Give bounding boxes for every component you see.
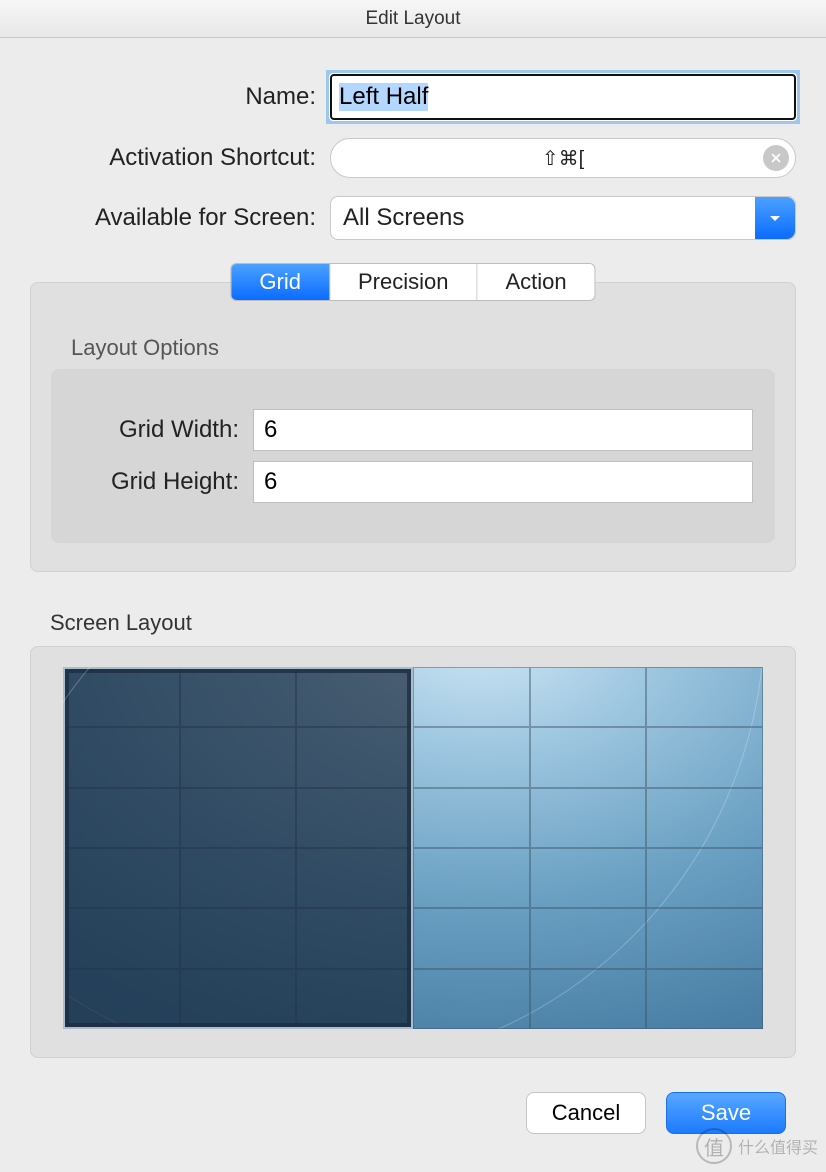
name-input[interactable] bbox=[330, 74, 796, 120]
watermark-text: 什么值得买 bbox=[738, 1134, 818, 1158]
grid-cell[interactable] bbox=[646, 788, 763, 848]
screen-layout-heading: Screen Layout bbox=[50, 610, 796, 636]
dialog-content: Name: Activation Shortcut: ⇧⌘[ Available… bbox=[0, 38, 826, 1066]
window-title: Edit Layout bbox=[0, 0, 826, 38]
name-label: Name: bbox=[30, 83, 330, 111]
selection-region[interactable] bbox=[63, 667, 413, 1029]
screen-layout-panel bbox=[30, 646, 796, 1058]
grid-overlay bbox=[63, 667, 763, 1029]
grid-cell[interactable] bbox=[530, 908, 647, 968]
shortcut-row: Activation Shortcut: ⇧⌘[ bbox=[30, 138, 796, 178]
grid-cell[interactable] bbox=[180, 848, 297, 908]
grid-cell[interactable] bbox=[180, 969, 297, 1029]
chevron-down-icon bbox=[755, 197, 795, 239]
grid-cell[interactable] bbox=[530, 848, 647, 908]
grid-cell[interactable] bbox=[646, 727, 763, 787]
grid-width-row: Grid Width: bbox=[73, 409, 753, 451]
grid-cell[interactable] bbox=[296, 848, 413, 908]
grid-cell[interactable] bbox=[180, 727, 297, 787]
layout-options-heading: Layout Options bbox=[71, 335, 775, 361]
grid-cell[interactable] bbox=[180, 788, 297, 848]
tab-precision[interactable]: Precision bbox=[330, 264, 477, 300]
screen-label: Available for Screen: bbox=[30, 204, 330, 232]
tab-action[interactable]: Action bbox=[477, 264, 594, 300]
grid-cell[interactable] bbox=[413, 727, 530, 787]
layout-options-group: Grid Width: Grid Height: bbox=[51, 369, 775, 543]
grid-cell[interactable] bbox=[646, 848, 763, 908]
grid-cell[interactable] bbox=[63, 908, 180, 968]
shortcut-field[interactable]: ⇧⌘[ bbox=[330, 138, 796, 178]
watermark: 值 什么值得买 bbox=[696, 1128, 818, 1164]
grid-cell[interactable] bbox=[63, 788, 180, 848]
cancel-button[interactable]: Cancel bbox=[526, 1092, 646, 1134]
name-row: Name: bbox=[30, 74, 796, 120]
screen-row: Available for Screen: All Screens bbox=[30, 196, 796, 240]
grid-height-row: Grid Height: bbox=[73, 461, 753, 503]
grid-width-input[interactable] bbox=[253, 409, 753, 451]
grid-cell[interactable] bbox=[413, 667, 530, 727]
grid-cell[interactable] bbox=[530, 969, 647, 1029]
screen-select[interactable]: All Screens bbox=[330, 196, 796, 240]
clear-shortcut-icon[interactable] bbox=[763, 145, 789, 171]
grid-cell[interactable] bbox=[530, 788, 647, 848]
tab-grid[interactable]: Grid bbox=[231, 264, 330, 300]
grid-cell[interactable] bbox=[646, 667, 763, 727]
shortcut-value: ⇧⌘[ bbox=[542, 146, 584, 171]
grid-cell[interactable] bbox=[63, 667, 180, 727]
grid-cell[interactable] bbox=[530, 667, 647, 727]
grid-cell[interactable] bbox=[646, 969, 763, 1029]
watermark-badge-icon: 值 bbox=[696, 1128, 732, 1164]
tab-panel: Grid Precision Action Layout Options Gri… bbox=[30, 282, 796, 572]
grid-cell[interactable] bbox=[413, 788, 530, 848]
grid-cell[interactable] bbox=[530, 727, 647, 787]
grid-cell[interactable] bbox=[296, 788, 413, 848]
grid-cell[interactable] bbox=[180, 667, 297, 727]
grid-cell[interactable] bbox=[296, 969, 413, 1029]
shortcut-label: Activation Shortcut: bbox=[30, 144, 330, 172]
screen-preview[interactable] bbox=[63, 667, 763, 1029]
grid-cell[interactable] bbox=[413, 908, 530, 968]
grid-cell[interactable] bbox=[413, 969, 530, 1029]
grid-width-label: Grid Width: bbox=[73, 416, 253, 444]
grid-cell[interactable] bbox=[296, 667, 413, 727]
grid-cell[interactable] bbox=[63, 727, 180, 787]
grid-cell[interactable] bbox=[413, 848, 530, 908]
grid-cell[interactable] bbox=[180, 908, 297, 968]
grid-cell[interactable] bbox=[296, 908, 413, 968]
grid-height-label: Grid Height: bbox=[73, 468, 253, 496]
grid-cell[interactable] bbox=[63, 848, 180, 908]
grid-cell[interactable] bbox=[646, 908, 763, 968]
grid-height-input[interactable] bbox=[253, 461, 753, 503]
screen-select-value: All Screens bbox=[343, 204, 464, 232]
grid-cell[interactable] bbox=[296, 727, 413, 787]
segmented-tabs: Grid Precision Action bbox=[230, 263, 595, 301]
screen-layout-section: Screen Layout bbox=[30, 610, 796, 1058]
grid-cell[interactable] bbox=[63, 969, 180, 1029]
